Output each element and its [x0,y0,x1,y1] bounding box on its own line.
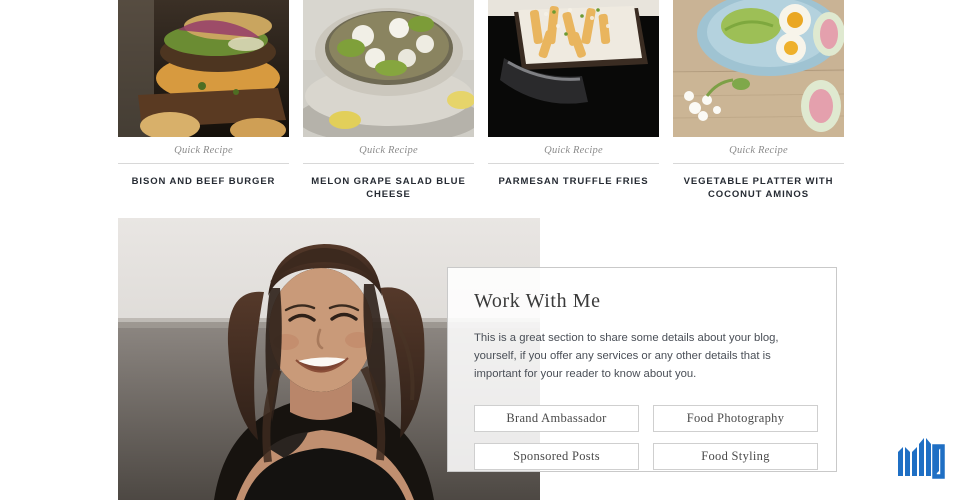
truffle-fries-photo[interactable] [488,0,659,137]
recipe-card-row: Quick Recipe BISON AND BEEF BURGER Quick… [118,0,844,201]
recipe-title[interactable]: VEGETABLE PLATTER WITH COCONUT AMINOS [673,164,844,201]
recipe-title[interactable]: PARMESAN TRUFFLE FRIES [488,164,659,188]
work-with-me-panel: Work With Me This is a great section to … [447,267,837,472]
recipe-card[interactable]: Quick Recipe MELON GRAPE SALAD BLUE CHEE… [303,0,474,201]
food-styling-button[interactable]: Food Styling [653,443,818,470]
mmo-logo-icon[interactable] [892,430,948,486]
recipe-kicker: Quick Recipe [174,145,233,156]
recipe-title[interactable]: BISON AND BEEF BURGER [118,164,289,188]
salad-bowl-photo[interactable] [303,0,474,137]
recipe-kicker: Quick Recipe [544,145,603,156]
recipe-card[interactable]: Quick Recipe BISON AND BEEF BURGER [118,0,289,201]
page-title: Work With Me [474,290,601,312]
burger-photo[interactable] [118,0,289,137]
work-with-me-description: This is a great section to share some de… [474,332,779,380]
recipe-card[interactable]: Quick Recipe PARMESAN TRUFFLE FRIES [488,0,659,201]
food-photography-button[interactable]: Food Photography [653,405,818,432]
vegetable-platter-photo[interactable] [673,0,844,137]
service-buttons: Brand Ambassador Food Photography Sponso… [474,405,818,470]
work-with-me-section: Work With Me This is a great section to … [118,218,844,500]
recipe-card[interactable]: Quick Recipe VEGETABLE PLATTER WITH COCO… [673,0,844,201]
recipe-kicker: Quick Recipe [729,145,788,156]
sponsored-posts-button[interactable]: Sponsored Posts [474,443,639,470]
brand-ambassador-button[interactable]: Brand Ambassador [474,405,639,432]
page-root: Quick Recipe BISON AND BEEF BURGER Quick… [0,0,960,500]
recipe-kicker: Quick Recipe [359,145,418,156]
recipe-title[interactable]: MELON GRAPE SALAD BLUE CHEESE [303,164,474,201]
